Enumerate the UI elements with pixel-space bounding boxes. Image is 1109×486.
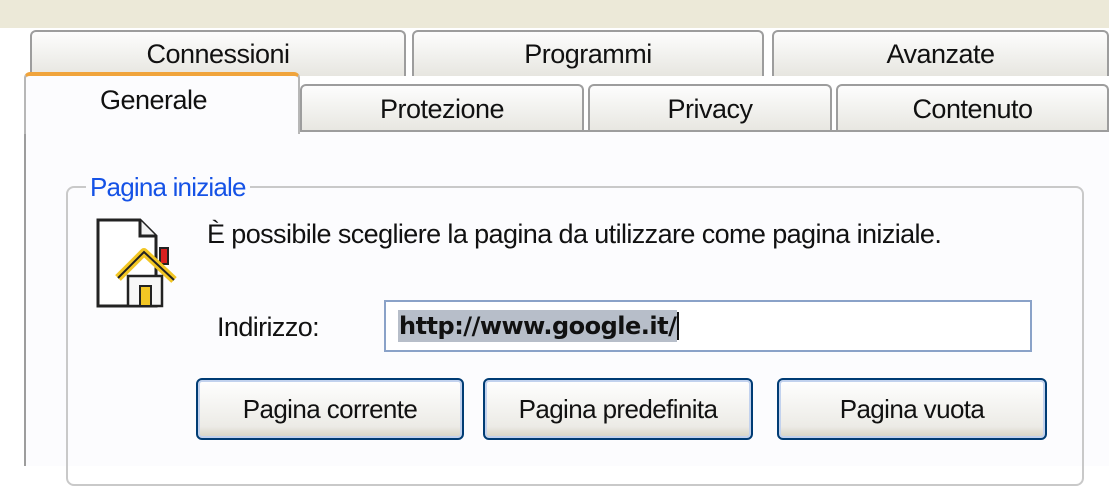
group-title: Pagina iniziale: [86, 172, 250, 203]
tab-generale[interactable]: Generale: [24, 72, 300, 134]
text-caret: [677, 312, 680, 340]
address-value: http://www.google.it/: [398, 310, 678, 342]
tab-label: Protezione: [379, 93, 505, 124]
tab-contenuto[interactable]: Contenuto: [836, 84, 1109, 132]
tab-programmi[interactable]: Programmi: [412, 30, 764, 76]
tab-label: Connessioni: [146, 38, 290, 69]
home-page-description: È possibile scegliere la pagina da utili…: [207, 219, 942, 249]
tab-protezione[interactable]: Protezione: [300, 84, 584, 132]
tab-label: Privacy: [667, 93, 753, 124]
address-label: Indirizzo:: [217, 312, 320, 342]
tab-label: Contenuto: [912, 93, 1033, 124]
tab-label: Programmi: [524, 38, 652, 69]
home-page-icon: [96, 218, 177, 308]
button-label: Pagina predefinita: [518, 393, 718, 424]
use-blank-button[interactable]: Pagina vuota: [777, 378, 1047, 440]
tab-privacy[interactable]: Privacy: [588, 84, 832, 132]
button-label: Pagina vuota: [839, 393, 985, 424]
tab-avanzate[interactable]: Avanzate: [772, 30, 1109, 76]
internet-options-dialog: Connessioni Programmi Avanzate Protezion…: [0, 0, 1109, 486]
use-default-button[interactable]: Pagina predefinita: [483, 378, 753, 440]
address-input[interactable]: http://www.google.it/: [384, 300, 1032, 352]
tab-label: Generale: [100, 84, 208, 115]
dialog-top-strip: [0, 0, 1109, 28]
tab-label: Avanzate: [886, 38, 995, 69]
button-label: Pagina corrente: [242, 393, 418, 424]
use-current-button[interactable]: Pagina corrente: [196, 378, 464, 440]
tab-connessioni[interactable]: Connessioni: [30, 30, 406, 76]
